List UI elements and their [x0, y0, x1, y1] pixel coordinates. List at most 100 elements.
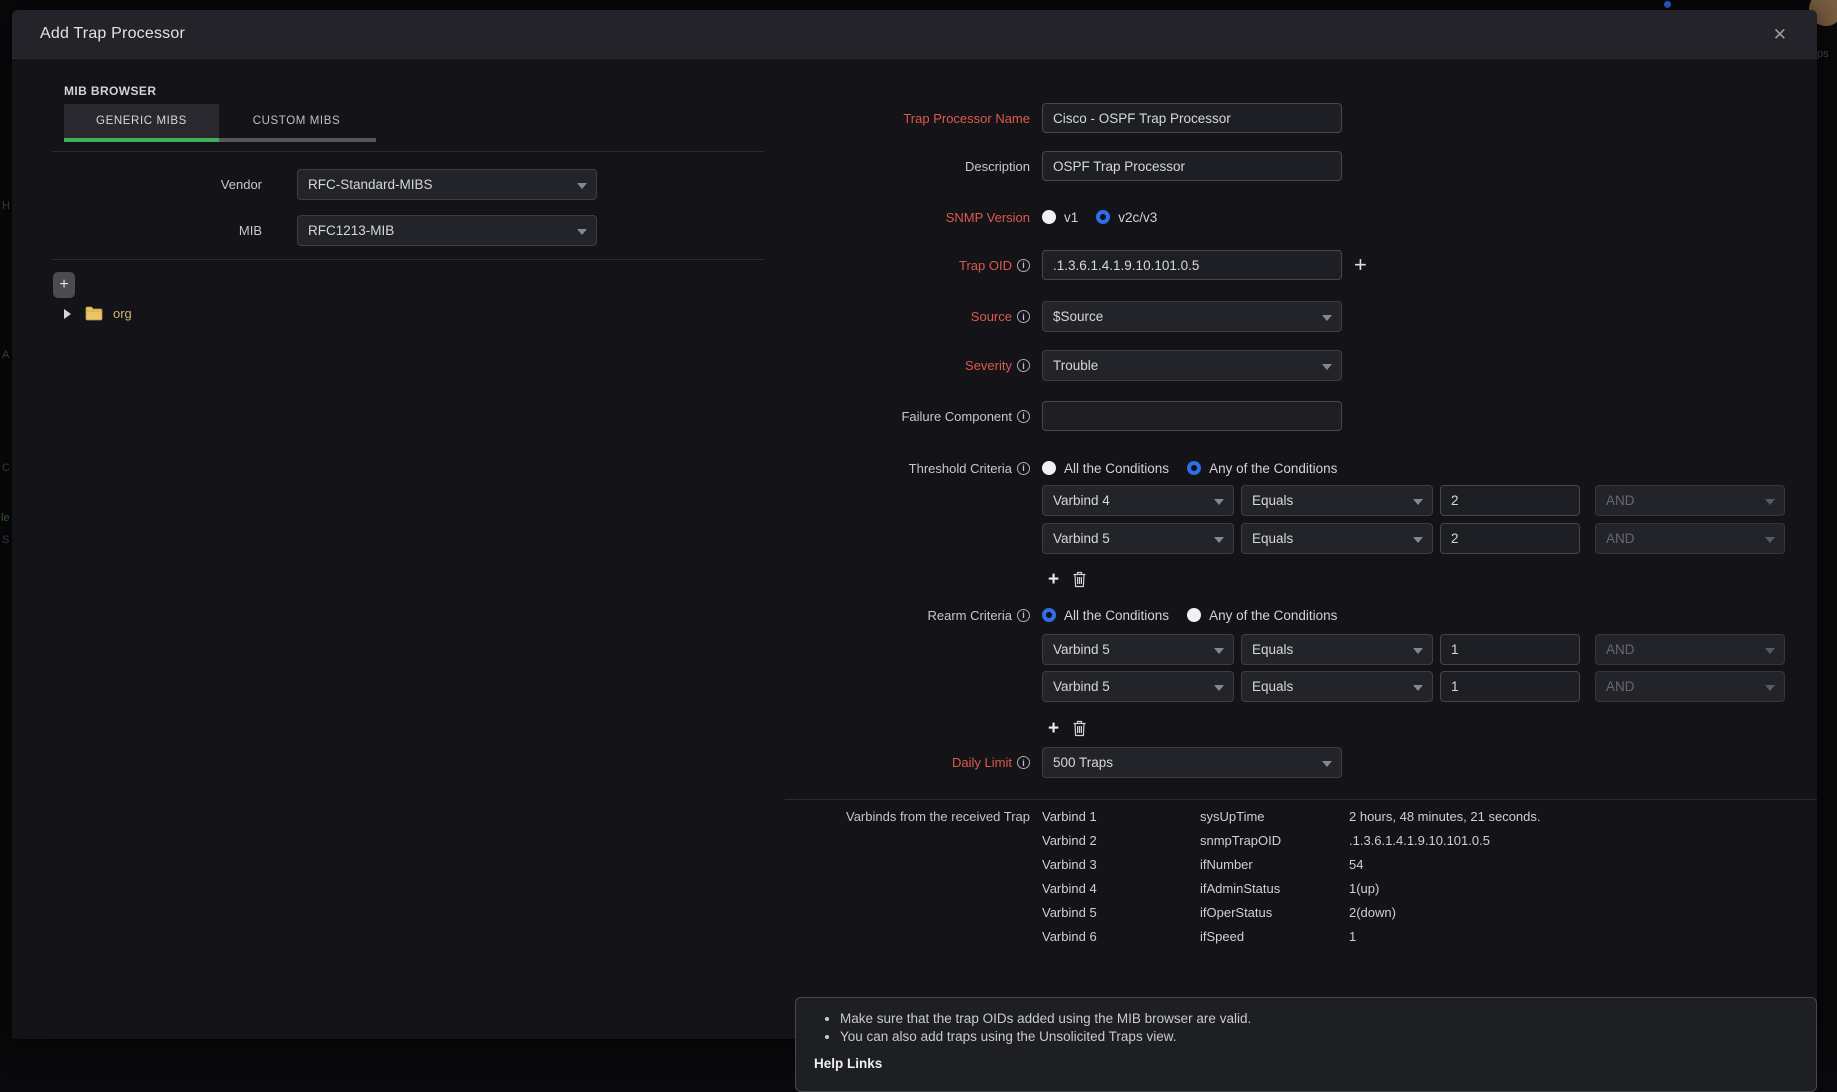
- background-sidebar-letter: C: [2, 462, 10, 474]
- varbinds-table: Varbind 1 sysUpTime 2 hours, 48 minutes,…: [1042, 809, 1541, 953]
- dropdown-value: Equals: [1252, 642, 1293, 657]
- dropdown-value: Varbind 5: [1053, 531, 1110, 546]
- description-input[interactable]: [1042, 151, 1342, 181]
- varbind-name: Varbind 1: [1042, 809, 1200, 832]
- daily-limit-dropdown[interactable]: 500 Traps: [1042, 747, 1342, 778]
- trap-oid-input[interactable]: [1042, 250, 1342, 280]
- failure-component-label-text: Failure Component: [901, 409, 1012, 424]
- tab-custom-mibs[interactable]: CUSTOM MIBS: [219, 104, 374, 138]
- info-icon[interactable]: i: [1017, 756, 1030, 769]
- chevron-down-icon: [1214, 499, 1224, 505]
- threshold-operator-dropdown[interactable]: Equals: [1241, 485, 1433, 516]
- rearm-criteria-label-text: Rearm Criteria: [927, 608, 1012, 623]
- trap-processor-name-label: Trap Processor Name: [692, 111, 1030, 126]
- info-icon[interactable]: i: [1017, 410, 1030, 423]
- mib-dropdown[interactable]: RFC1213-MIB: [297, 215, 597, 246]
- threshold-all-conditions-radio[interactable]: [1042, 461, 1056, 475]
- info-icon[interactable]: i: [1017, 310, 1030, 323]
- rearm-value-input[interactable]: [1440, 634, 1580, 665]
- snmp-v1-radio[interactable]: [1042, 210, 1056, 224]
- varbind-row: Varbind 4 ifAdminStatus 1(up): [1042, 881, 1541, 904]
- severity-dropdown[interactable]: Trouble: [1042, 350, 1342, 381]
- varbind-row: Varbind 3 ifNumber 54: [1042, 857, 1541, 880]
- rearm-all-conditions-radio[interactable]: [1042, 608, 1056, 622]
- varbind-value: 1(up): [1349, 881, 1379, 904]
- chevron-down-icon: [1765, 685, 1775, 691]
- threshold-criteria-label-text: Threshold Criteria: [909, 461, 1012, 476]
- threshold-criteria-label: Threshold Criteria i: [692, 461, 1030, 476]
- add-threshold-condition-icon[interactable]: +: [1048, 570, 1059, 589]
- add-mib-node-button[interactable]: +: [53, 272, 75, 298]
- threshold-value-input[interactable]: [1440, 485, 1580, 516]
- add-trap-oid-icon[interactable]: +: [1354, 254, 1367, 276]
- mib-tree-node-org[interactable]: org: [64, 306, 692, 321]
- add-rearm-condition-icon[interactable]: +: [1048, 719, 1059, 738]
- threshold-logic-dropdown[interactable]: AND: [1595, 523, 1785, 554]
- background-sidebar-letter: le: [1, 512, 10, 524]
- daily-limit-label-text: Daily Limit: [952, 755, 1012, 770]
- inactive-tab-indicator: [219, 138, 376, 142]
- dialog-title: Add Trap Processor: [40, 25, 185, 43]
- notes-list: Make sure that the trap OIDs added using…: [814, 1010, 1798, 1046]
- rearm-value-input[interactable]: [1440, 671, 1580, 702]
- threshold-logic-dropdown[interactable]: AND: [1595, 485, 1785, 516]
- mib-browser-heading: MIB BROWSER: [64, 84, 692, 98]
- rearm-any-conditions-radio[interactable]: [1187, 608, 1201, 622]
- failure-component-input[interactable]: [1042, 401, 1342, 431]
- rearm-operator-dropdown[interactable]: Equals: [1241, 671, 1433, 702]
- snmp-version-label: SNMP Version: [692, 210, 1030, 225]
- tree-node-label: org: [113, 306, 132, 321]
- varbind-field: ifSpeed: [1200, 929, 1349, 952]
- snmp-v2c-v3-label: v2c/v3: [1118, 210, 1157, 225]
- varbind-name: Varbind 3: [1042, 857, 1200, 880]
- delete-rearm-condition-icon[interactable]: [1072, 720, 1087, 737]
- chevron-down-icon: [1413, 648, 1423, 654]
- chevron-down-icon: [1765, 648, 1775, 654]
- background-sidebar-letter: A: [2, 349, 9, 361]
- threshold-operator-dropdown[interactable]: Equals: [1241, 523, 1433, 554]
- expand-arrow-icon[interactable]: [64, 309, 71, 319]
- varbinds-section-label: Varbinds from the received Trap: [692, 809, 1030, 953]
- dialog-header: Add Trap Processor ✕: [12, 10, 1817, 59]
- chevron-down-icon: [1413, 537, 1423, 543]
- trap-processor-name-input[interactable]: [1042, 103, 1342, 133]
- varbind-value: 2 hours, 48 minutes, 21 seconds.: [1349, 809, 1541, 832]
- close-icon[interactable]: ✕: [1769, 22, 1791, 47]
- vendor-dropdown[interactable]: RFC-Standard-MIBS: [297, 169, 597, 200]
- varbind-row: Varbind 6 ifSpeed 1: [1042, 929, 1541, 952]
- dropdown-value: Equals: [1252, 679, 1293, 694]
- chevron-down-icon: [1214, 648, 1224, 654]
- threshold-varbind-dropdown[interactable]: Varbind 4: [1042, 485, 1234, 516]
- daily-limit-label: Daily Limit i: [692, 755, 1030, 770]
- daily-limit-dropdown-value: 500 Traps: [1053, 755, 1113, 770]
- mib-label: MIB: [12, 223, 262, 238]
- info-icon[interactable]: i: [1017, 462, 1030, 475]
- tab-generic-mibs[interactable]: GENERIC MIBS: [64, 104, 219, 138]
- rearm-varbind-dropdown[interactable]: Varbind 5: [1042, 634, 1234, 665]
- source-dropdown-value: $Source: [1053, 309, 1103, 324]
- threshold-varbind-dropdown[interactable]: Varbind 5: [1042, 523, 1234, 554]
- rearm-varbind-dropdown[interactable]: Varbind 5: [1042, 671, 1234, 702]
- threshold-any-conditions-radio[interactable]: [1187, 461, 1201, 475]
- dropdown-value: Equals: [1252, 531, 1293, 546]
- background-text-fragment: ps: [1817, 48, 1829, 60]
- rearm-logic-dropdown[interactable]: AND: [1595, 634, 1785, 665]
- dropdown-value: AND: [1606, 493, 1635, 508]
- varbind-name: Varbind 6: [1042, 929, 1200, 952]
- rearm-logic-dropdown[interactable]: AND: [1595, 671, 1785, 702]
- rearm-operator-dropdown[interactable]: Equals: [1241, 634, 1433, 665]
- delete-threshold-condition-icon[interactable]: [1072, 571, 1087, 588]
- divider: [52, 259, 764, 260]
- info-icon[interactable]: i: [1017, 259, 1030, 272]
- chevron-down-icon: [1322, 761, 1332, 767]
- threshold-value-input[interactable]: [1440, 523, 1580, 554]
- snmp-v2c-v3-radio[interactable]: [1096, 210, 1110, 224]
- vendor-label: Vendor: [12, 177, 262, 192]
- chevron-down-icon: [1413, 685, 1423, 691]
- varbind-name: Varbind 5: [1042, 905, 1200, 928]
- info-icon[interactable]: i: [1017, 359, 1030, 372]
- source-dropdown[interactable]: $Source: [1042, 301, 1342, 332]
- rearm-condition-row: Varbind 5 Equals AND: [1042, 634, 1817, 665]
- info-icon[interactable]: i: [1017, 609, 1030, 622]
- divider: [785, 799, 1817, 800]
